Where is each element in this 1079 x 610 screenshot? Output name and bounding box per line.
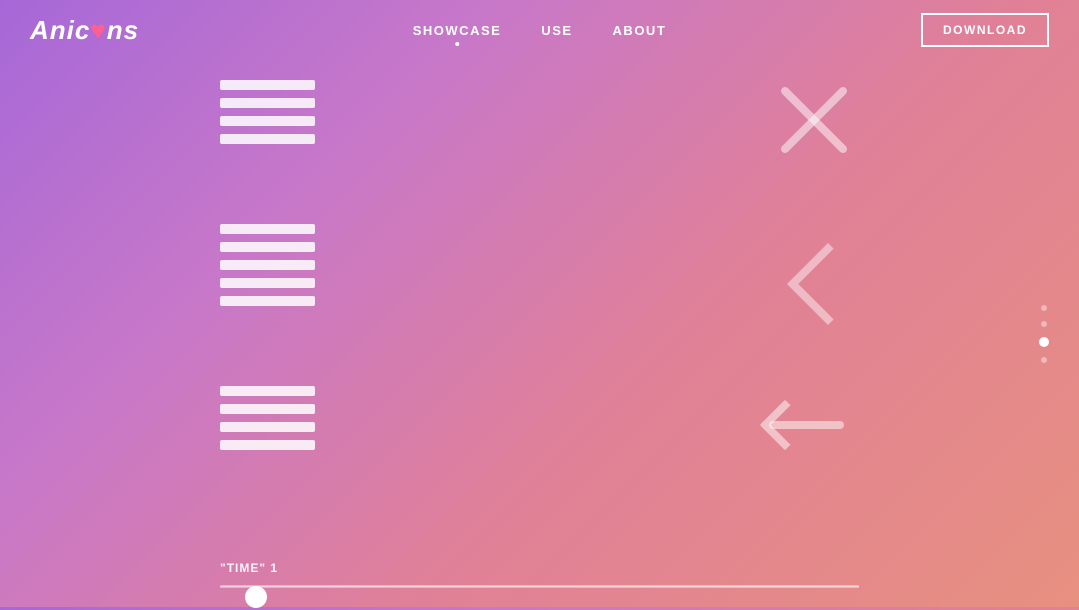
hamburger-line	[220, 260, 315, 270]
icons-right-column	[769, 80, 859, 450]
header: Anic♥ns SHOWCASE USE AbouT DOWNLOAD	[0, 0, 1079, 60]
hamburger-icon-2[interactable]	[220, 224, 315, 306]
hamburger-line	[220, 296, 315, 306]
hamburger-line	[220, 386, 315, 396]
dot-item[interactable]	[1041, 305, 1047, 311]
download-button[interactable]: DOWNLOAD	[921, 13, 1049, 47]
dot-item-active[interactable]	[1039, 337, 1049, 347]
dot-item[interactable]	[1041, 357, 1047, 363]
hamburger-line	[220, 224, 315, 234]
nav-use[interactable]: USE	[541, 23, 572, 38]
hamburger-line	[220, 134, 315, 144]
hamburger-line	[220, 242, 315, 252]
time-label: "TIME" 1	[220, 561, 859, 575]
hamburger-line	[220, 80, 315, 90]
hamburger-line	[220, 98, 315, 108]
hamburger-line	[220, 278, 315, 288]
main-nav: SHOWCASE USE AbouT	[413, 23, 667, 38]
dot-item[interactable]	[1041, 321, 1047, 327]
main-content: "TIME" 1	[0, 60, 1079, 607]
hamburger-line	[220, 404, 315, 414]
hamburger-line	[220, 422, 315, 432]
chevron-left-icon[interactable]	[784, 240, 844, 320]
hamburger-line	[220, 116, 315, 126]
dots-indicator	[1039, 305, 1049, 363]
logo: Anic♥ns	[30, 15, 139, 46]
nav-showcase[interactable]: SHOWCASE	[413, 23, 502, 38]
arrow-left-icon[interactable]	[769, 400, 859, 450]
close-x-icon[interactable]	[774, 80, 854, 160]
bottom-controls: "TIME" 1	[220, 561, 859, 587]
slider-container	[220, 585, 859, 587]
hamburger-line	[220, 440, 315, 450]
hamburger-icon-3[interactable]	[220, 386, 315, 450]
arrow-shaft	[769, 421, 844, 429]
time-slider[interactable]	[220, 577, 859, 597]
icons-left-column	[220, 80, 315, 450]
logo-heart: ♥	[90, 15, 106, 45]
slider-track	[220, 585, 859, 587]
hamburger-icon-1[interactable]	[220, 80, 315, 144]
nav-about[interactable]: AbouT	[613, 23, 667, 38]
